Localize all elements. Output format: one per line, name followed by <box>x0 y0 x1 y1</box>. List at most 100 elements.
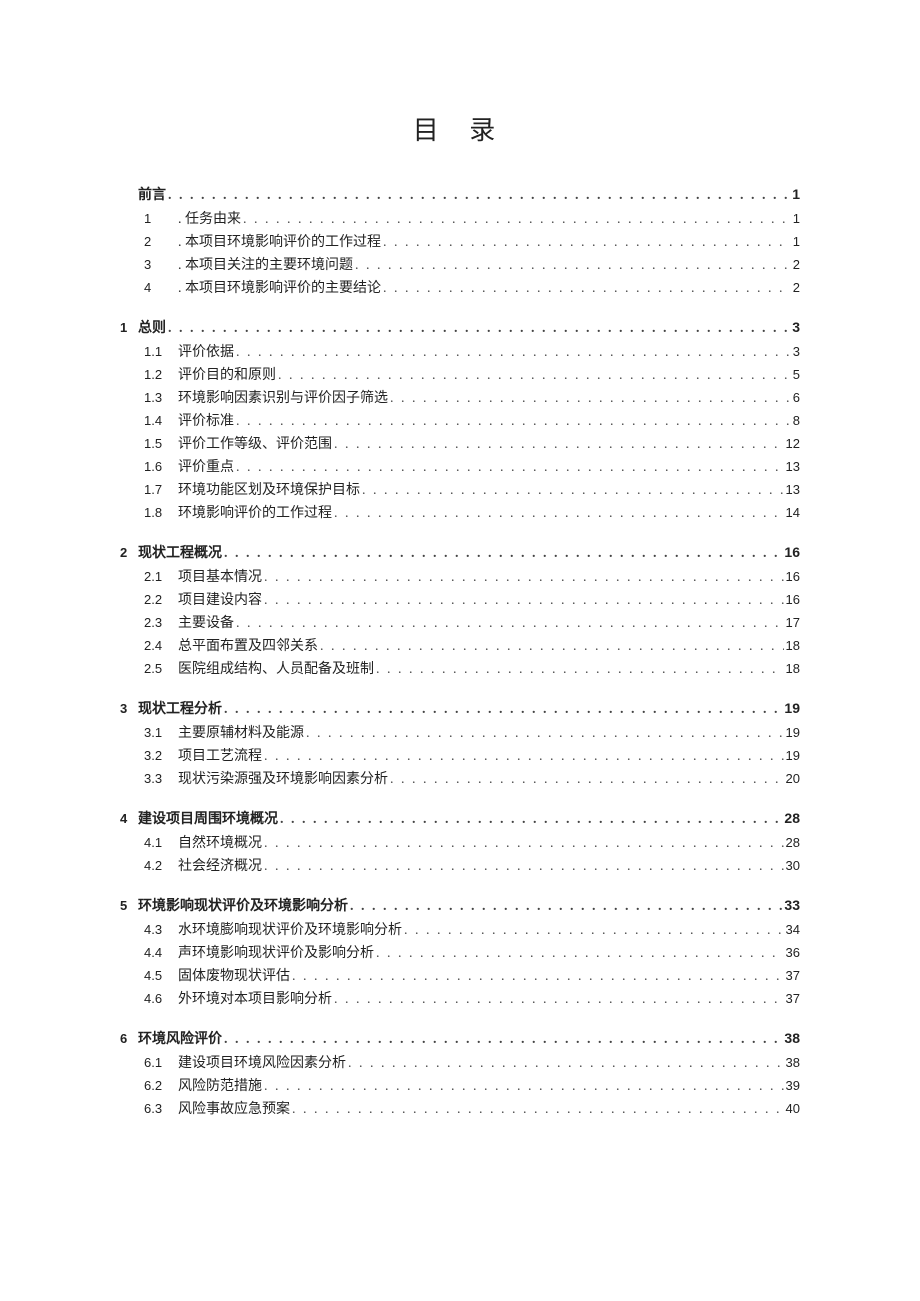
toc-item-page: 1 <box>793 212 800 225</box>
toc-item-number: 4.2 <box>144 859 178 872</box>
toc-heading-label: 现状工程概况 <box>138 547 222 561</box>
toc-item-label: 环境功能区划及环境保护目标 <box>178 484 360 498</box>
toc-dots <box>362 484 784 498</box>
document-page: { "title": "目 录", "sections": [ { "headi… <box>0 0 920 1301</box>
toc-dots <box>383 282 791 296</box>
toc-item-label: 项目建设内容 <box>178 594 262 608</box>
toc-item-number: 3.3 <box>144 772 178 785</box>
toc-item-label: 本项目环境影响评价的主要结论 <box>178 282 381 296</box>
toc-item-label: 本项目环境影响评价的工作过程 <box>178 236 381 250</box>
toc-dots <box>243 213 791 227</box>
toc-heading-row: 1 总则3 <box>120 320 800 336</box>
toc-item-number: 1.4 <box>144 414 178 427</box>
toc-heading-page: 1 <box>792 187 800 201</box>
toc-heading-row: 2 现状工程概况 16 <box>120 545 800 561</box>
toc-section: 3 现状工程分析193.1主要原辅材料及能源193.2项目工艺流程193.3现状… <box>120 701 800 791</box>
toc-item-label: 项目工艺流程 <box>178 750 262 764</box>
toc-item-number: 1.5 <box>144 437 178 450</box>
toc-item-page: 34 <box>786 923 800 936</box>
toc-item-label: 社会经济概况 <box>178 860 262 874</box>
toc-item-number: 3.1 <box>144 726 178 739</box>
toc-item-page: 16 <box>786 570 800 583</box>
toc-item-page: 18 <box>786 662 800 675</box>
toc-item-label: 风险事故应急预案 <box>178 1103 290 1117</box>
toc-item-row: 6.2风险防范措施39 <box>144 1075 800 1098</box>
toc-item-number: 3.2 <box>144 749 178 762</box>
toc-item-number: 4.5 <box>144 969 178 982</box>
toc-item-page: 2 <box>793 281 800 294</box>
toc-heading-label: 总则 <box>138 322 166 336</box>
toc-dots <box>224 1033 782 1047</box>
toc-heading-label: 现状工程分析 <box>138 703 222 717</box>
toc-dots <box>404 924 784 938</box>
toc-dots <box>348 1057 784 1071</box>
toc-item-row: 6.1建设项目环境风险因素分析38 <box>144 1052 800 1075</box>
toc-item-label: 项目基本情况 <box>178 571 262 585</box>
toc-dots <box>355 259 791 273</box>
toc-item-row: 6.3风险事故应急预案40 <box>144 1098 800 1121</box>
toc-item-number: 4.3 <box>144 923 178 936</box>
toc-item-number: 4.4 <box>144 946 178 959</box>
toc-item-row: 4.5固体废物现状评估 37 <box>144 965 800 988</box>
toc-item-row: 4.6外环境对本项目影响分析37 <box>144 988 800 1011</box>
toc-item-page: 18 <box>786 639 800 652</box>
toc-dots <box>264 1080 784 1094</box>
toc-item-label: 主要设备 <box>178 617 234 631</box>
toc-heading-page: 28 <box>784 811 800 825</box>
toc-item-number: 3 <box>144 258 178 271</box>
toc-item-row: 1.1评价依据3 <box>144 341 800 364</box>
toc-section: 4 建设项目周围环境概况284.1自然环境概况284.2社会经济概况30 <box>120 811 800 878</box>
toc-dots <box>168 189 790 203</box>
toc-item-label: 主要原辅材料及能源 <box>178 727 304 741</box>
toc-title: 目 录 <box>120 110 800 147</box>
toc-item-label: 总平面布置及四邻关系 <box>178 640 318 654</box>
toc-item-page: 36 <box>786 946 800 959</box>
toc-dots <box>390 392 791 406</box>
toc-item-number: 1.2 <box>144 368 178 381</box>
toc-dots <box>280 813 782 827</box>
toc-heading-page: 16 <box>784 545 800 559</box>
toc-body: 前言11任务由来12本项目环境影响评价的工作过程13本项目关注的主要环境问题24… <box>120 187 800 1121</box>
toc-item-label: 评价目的和原则 <box>178 369 276 383</box>
toc-item-label: 评价工作等级、评价范围 <box>178 438 332 452</box>
toc-item-label: 评价标准 <box>178 415 234 429</box>
toc-item-number: 4 <box>144 281 178 294</box>
toc-heading-label: 环境影响现状评价及环境影响分析 <box>138 900 348 914</box>
toc-dots <box>376 663 784 677</box>
toc-section: 1 总则31.1评价依据31.2评价目的和原则51.3环境影响因素识别与评价因子… <box>120 320 800 525</box>
toc-item-number: 4.6 <box>144 992 178 1005</box>
toc-dots <box>236 617 784 631</box>
toc-dots <box>278 369 791 383</box>
toc-item-row: 1.4评价标准 8 <box>144 410 800 433</box>
toc-item-page: 37 <box>786 969 800 982</box>
toc-item-row: 2本项目环境影响评价的工作过程1 <box>144 231 800 254</box>
toc-item-label: 建设项目环境风险因素分析 <box>178 1057 346 1071</box>
toc-item-page: 16 <box>786 593 800 606</box>
toc-dots <box>264 571 784 585</box>
toc-item-row: 4本项目环境影响评价的主要结论 2 <box>144 277 800 300</box>
toc-item-row: 4.2社会经济概况30 <box>144 855 800 878</box>
toc-item-page: 5 <box>793 368 800 381</box>
toc-item-row: 2.1项目基本情况16 <box>144 566 800 589</box>
toc-item-label: 任务由来 <box>178 213 241 227</box>
toc-item-label: 评价依据 <box>178 346 234 360</box>
toc-item-number: 1.3 <box>144 391 178 404</box>
toc-item-number: 6.3 <box>144 1102 178 1115</box>
toc-item-page: 19 <box>786 749 800 762</box>
toc-dots <box>264 860 784 874</box>
toc-dots <box>306 727 784 741</box>
toc-dots <box>236 461 784 475</box>
toc-item-number: 2.3 <box>144 616 178 629</box>
toc-item-row: 4.1自然环境概况28 <box>144 832 800 855</box>
toc-item-page: 13 <box>786 460 800 473</box>
toc-item-number: 4.1 <box>144 836 178 849</box>
toc-item-label: 环境影响评价的工作过程 <box>178 507 332 521</box>
toc-item-page: 19 <box>786 726 800 739</box>
toc-dots <box>264 750 784 764</box>
toc-heading-page: 19 <box>784 701 800 715</box>
toc-item-page: 14 <box>786 506 800 519</box>
toc-item-page: 8 <box>793 414 800 427</box>
toc-heading-number: 2 <box>120 546 138 559</box>
toc-item-number: 6.2 <box>144 1079 178 1092</box>
toc-item-label: 固体废物现状评估 <box>178 970 290 984</box>
